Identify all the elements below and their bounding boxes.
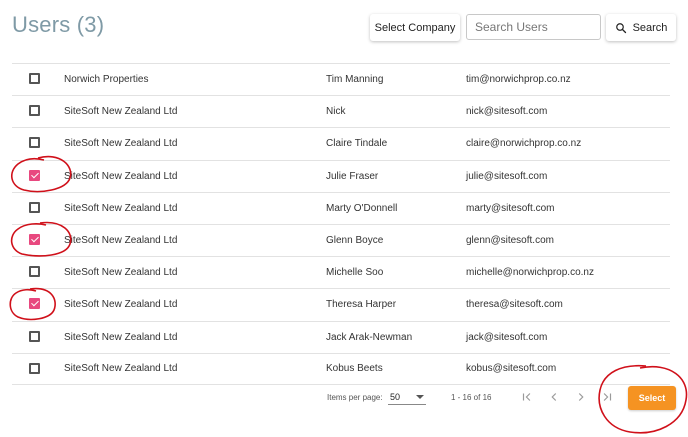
- table-row[interactable]: Norwich Properties Tim Manning tim@norwich…: [12, 63, 670, 95]
- company-cell: SiteSoft New Zealand Ltd: [64, 299, 178, 311]
- row-checkbox[interactable]: [29, 169, 40, 181]
- table-row[interactable]: SiteSoft New Zealand Ltd Nick nick@sitesof…: [12, 95, 670, 127]
- name-cell: Michelle Soo: [326, 267, 384, 279]
- name-cell: Glenn Boyce: [326, 235, 384, 247]
- previous-page-icon[interactable]: [547, 390, 561, 404]
- table-row[interactable]: SiteSoft New Zealand Ltd Theresa Harper th…: [12, 288, 670, 320]
- table-row[interactable]: SiteSoft New Zealand Ltd Michelle Soo mich…: [12, 256, 670, 288]
- company-cell: SiteSoft New Zealand Ltd: [64, 267, 178, 279]
- name-cell: Nick: [326, 106, 346, 118]
- company-cell: SiteSoft New Zealand Ltd: [64, 235, 178, 247]
- row-checkbox[interactable]: [29, 201, 40, 213]
- select-company-label: Select Company: [374, 21, 456, 34]
- company-cell: SiteSoft New Zealand Ltd: [64, 170, 178, 182]
- table-row[interactable]: SiteSoft New Zealand Ltd Jack Arak-Newman…: [12, 320, 670, 353]
- search-input[interactable]: [466, 14, 601, 40]
- row-checkbox[interactable]: [29, 362, 40, 374]
- row-checkbox[interactable]: [29, 298, 40, 310]
- table-row[interactable]: SiteSoft New Zealand Ltd Marty O'Donnell m…: [12, 191, 670, 224]
- row-checkbox[interactable]: [29, 330, 40, 342]
- page-size-select[interactable]: 50: [388, 389, 426, 405]
- email-cell: claire@norwichprop.co.nz: [466, 138, 582, 150]
- users-table: Norwich Properties Tim Manning tim@norwich…: [12, 63, 670, 385]
- name-cell: Julie Fraser: [326, 170, 379, 182]
- email-cell: theresa@sitesoft.com: [466, 299, 563, 311]
- search-button-label: Search: [632, 21, 668, 34]
- row-checkbox[interactable]: [29, 266, 40, 278]
- email-cell: jack@sitesoft.com: [466, 331, 548, 343]
- name-cell: Tim Manning: [326, 74, 384, 86]
- company-cell: SiteSoft New Zealand Ltd: [64, 138, 178, 150]
- name-cell: Marty O'Donnell: [326, 202, 398, 214]
- company-cell: SiteSoft New Zealand Ltd: [64, 331, 178, 343]
- dropdown-arrow-icon: [416, 395, 424, 399]
- name-cell: Jack Arak-Newman: [326, 331, 413, 343]
- email-cell: kobus@sitesoft.com: [466, 363, 557, 375]
- page-title: Users (3): [12, 12, 105, 37]
- company-cell: SiteSoft New Zealand Ltd: [64, 363, 178, 375]
- select-button-label: Select: [638, 393, 666, 403]
- email-cell: marty@sitesoft.com: [466, 202, 555, 214]
- last-page-icon[interactable]: [600, 390, 614, 404]
- company-cell: SiteSoft New Zealand Ltd: [64, 202, 178, 214]
- items-per-page-label: Items per page:: [327, 393, 383, 402]
- next-page-icon[interactable]: [574, 390, 588, 404]
- paginator: Items per page: 50 1 - 16 of 16: [0, 388, 688, 408]
- first-page-icon[interactable]: [520, 390, 534, 404]
- table-row[interactable]: SiteSoft New Zealand Ltd Glenn Boyce glenn…: [12, 223, 670, 256]
- row-checkbox[interactable]: [29, 73, 40, 84]
- table-row[interactable]: SiteSoft New Zealand Ltd Julie Fraser juli…: [12, 159, 670, 192]
- select-company-button[interactable]: Select Company: [370, 14, 460, 41]
- row-checkbox[interactable]: [29, 137, 40, 149]
- email-cell: nick@sitesoft.com: [466, 106, 548, 118]
- name-cell: Theresa Harper: [326, 299, 397, 311]
- page-size-value: 50: [390, 392, 401, 402]
- row-checkbox[interactable]: [29, 233, 40, 245]
- company-cell: Norwich Properties: [64, 74, 149, 86]
- email-cell: michelle@norwichprop.co.nz: [466, 267, 594, 279]
- search-icon: [615, 22, 626, 33]
- page-range-label: 1 - 16 of 16: [451, 393, 492, 402]
- name-cell: Claire Tindale: [326, 138, 388, 150]
- select-button[interactable]: Select: [628, 386, 676, 410]
- email-cell: tim@norwichprop.co.nz: [466, 74, 571, 86]
- email-cell: julie@sitesoft.com: [466, 170, 548, 182]
- name-cell: Kobus Beets: [326, 363, 383, 375]
- company-cell: SiteSoft New Zealand Ltd: [64, 106, 178, 118]
- table-row[interactable]: SiteSoft New Zealand Ltd Claire Tindale cl…: [12, 127, 670, 159]
- row-checkbox[interactable]: [29, 105, 40, 117]
- search-button[interactable]: Search: [606, 14, 676, 41]
- table-row[interactable]: SiteSoft New Zealand Ltd Kobus Beets kobus…: [12, 352, 670, 385]
- email-cell: glenn@sitesoft.com: [466, 235, 554, 247]
